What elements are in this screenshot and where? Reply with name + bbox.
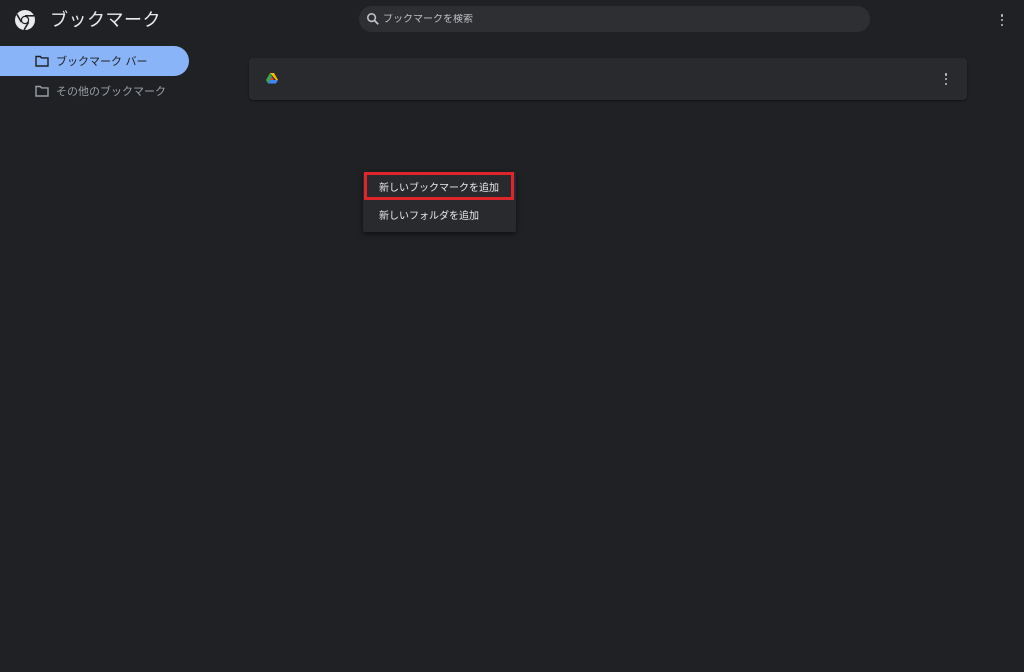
sidebar-item-bookmarks-bar[interactable]: ブックマーク バー [0, 46, 189, 76]
menu-item-label: 新しいブックマークを追加 [379, 182, 499, 194]
menu-item-add-folder[interactable]: 新しいフォルダを追加 [363, 200, 516, 228]
folder-icon [35, 55, 49, 67]
bookmark-row[interactable] [249, 58, 967, 100]
menu-item-add-bookmark[interactable]: 新しいブックマークを追加 [363, 172, 516, 200]
sidebar-item-other-bookmarks[interactable]: その他のブックマーク [0, 76, 189, 106]
search-box[interactable] [359, 6, 870, 32]
bookmarks-page: ブックマーク ブックマーク バー その他のブックマーク [0, 0, 1024, 672]
sidebar-item-label: その他のブックマーク [56, 85, 166, 98]
search-icon [366, 12, 379, 25]
menu-item-label: 新しいフォルダを追加 [379, 210, 479, 222]
more-vert-icon[interactable] [939, 71, 953, 87]
sidebar-item-label: ブックマーク バー [56, 55, 148, 68]
context-menu: 新しいブックマークを追加 新しいフォルダを追加 [363, 172, 516, 232]
page-title: ブックマーク [50, 10, 161, 31]
search-input[interactable] [383, 13, 843, 25]
folder-icon [35, 85, 49, 97]
google-drive-icon [266, 73, 278, 84]
more-vert-icon[interactable] [994, 12, 1010, 28]
chrome-logo-icon [15, 10, 35, 31]
